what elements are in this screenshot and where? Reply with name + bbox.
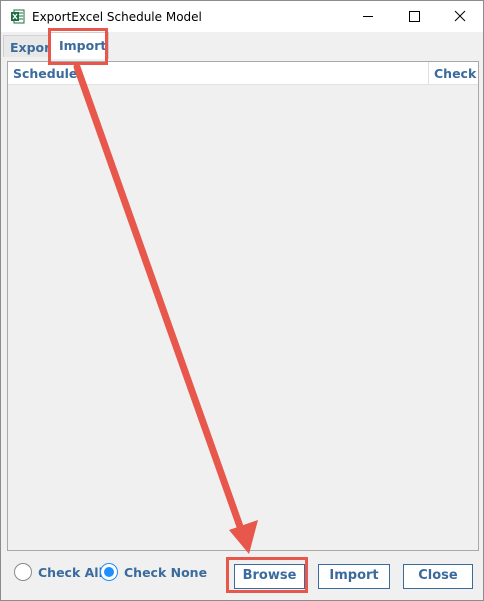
radio-circle-selected[interactable] bbox=[100, 563, 118, 581]
minimize-icon bbox=[363, 16, 373, 17]
schedule-grid[interactable]: Schedule Check bbox=[7, 61, 479, 551]
window-title: ExportExcel Schedule Model bbox=[32, 10, 202, 24]
close-icon bbox=[454, 10, 466, 22]
import-button[interactable]: Import bbox=[318, 564, 390, 589]
close-window-button[interactable] bbox=[437, 1, 483, 32]
grid-header: Schedule Check bbox=[8, 62, 478, 85]
radio-circle-unselected[interactable] bbox=[14, 563, 32, 581]
browse-button-highlight bbox=[226, 557, 308, 593]
radio-dot bbox=[104, 567, 114, 577]
column-divider bbox=[428, 62, 429, 84]
export-excel-window: ExportExcel Schedule Model Export Import… bbox=[0, 0, 484, 601]
excel-icon bbox=[11, 9, 25, 24]
maximize-icon bbox=[409, 11, 420, 22]
minimize-button[interactable] bbox=[345, 1, 391, 32]
radio-check-all-label: Check All bbox=[38, 565, 103, 580]
column-header-schedule[interactable]: Schedule bbox=[13, 66, 77, 81]
radio-check-none-label: Check None bbox=[124, 565, 208, 580]
maximize-button[interactable] bbox=[391, 1, 437, 32]
import-tab-highlight bbox=[48, 28, 108, 65]
column-header-check[interactable]: Check bbox=[434, 66, 476, 81]
close-button[interactable]: Close bbox=[403, 564, 473, 589]
tab-export[interactable]: Export bbox=[3, 35, 56, 57]
